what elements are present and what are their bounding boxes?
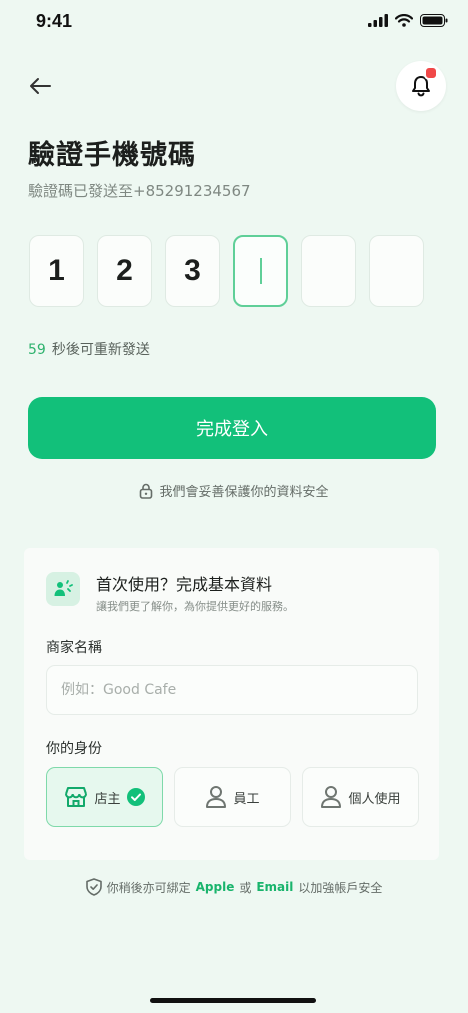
footer-prefix: 你稍後亦可綁定 <box>106 880 191 895</box>
otp-digit-5[interactable] <box>301 235 356 307</box>
account-binding-note: 你稍後亦可綁定 Apple 或 Email 以加強帳戶安全 <box>0 878 468 896</box>
status-icons <box>368 14 448 27</box>
otp-input-group: 1 2 3 <box>29 235 424 307</box>
store-icon <box>65 787 88 807</box>
footer-or: 或 <box>239 880 252 895</box>
security-note: 我們會妥善保護你的資料安全 <box>0 481 468 500</box>
shield-check-icon <box>85 878 102 896</box>
otp-digit-6[interactable] <box>369 235 424 307</box>
role-selector: 店主 員工 個人使用 <box>46 767 419 827</box>
security-note-text: 我們會妥善保護你的資料安全 <box>159 485 329 500</box>
role-owner-label: 店主 <box>94 791 121 807</box>
text-cursor <box>259 258 262 284</box>
wifi-icon <box>395 14 413 27</box>
notification-button[interactable] <box>396 61 446 111</box>
role-personal-label: 個人使用 <box>348 791 401 807</box>
otp-digit-2[interactable]: 2 <box>97 235 152 307</box>
otp-digit-4[interactable] <box>233 235 288 307</box>
role-option-staff[interactable]: 員工 <box>174 767 291 827</box>
complete-login-button[interactable]: 完成登入 <box>28 397 436 459</box>
status-time: 9:41 <box>36 11 73 31</box>
user-setup-icon <box>46 572 80 606</box>
otp-digit-3[interactable]: 3 <box>165 235 220 307</box>
home-indicator[interactable] <box>150 998 316 1003</box>
user-icon <box>206 786 227 808</box>
resend-text: 秒後可重新發送 <box>51 342 150 358</box>
battery-icon <box>420 14 448 27</box>
lock-icon <box>140 483 153 499</box>
resend-seconds: 59 <box>28 342 46 358</box>
profile-card-title: 首次使用？完成基本資料 <box>96 575 273 594</box>
otp-digit-1[interactable]: 1 <box>29 235 84 307</box>
apple-link[interactable]: Apple <box>196 880 235 894</box>
resend-countdown: 59 秒後可重新發送 <box>28 339 150 359</box>
user-icon <box>321 786 342 808</box>
check-circle-icon <box>126 788 145 806</box>
profile-card-subtitle: 讓我們更了解你，為你提供更好的服務。 <box>96 600 294 613</box>
notification-badge <box>424 66 438 80</box>
role-option-owner[interactable]: 店主 <box>46 767 163 827</box>
page-subtitle: 驗證碼已發送至+85291234567 <box>28 182 251 200</box>
footer-suffix: 以加強帳戶安全 <box>298 880 383 895</box>
role-option-personal[interactable]: 個人使用 <box>302 767 419 827</box>
role-staff-label: 員工 <box>233 791 260 807</box>
profile-setup-card: 首次使用？完成基本資料 讓我們更了解你，為你提供更好的服務。 商家名稱 你的身份… <box>24 548 439 860</box>
email-link[interactable]: Email <box>256 880 293 894</box>
back-button[interactable] <box>24 70 56 102</box>
page-title: 驗證手機號碼 <box>28 140 196 171</box>
business-name-input[interactable] <box>46 665 418 715</box>
signal-icon <box>368 14 388 27</box>
business-name-label: 商家名稱 <box>46 640 102 656</box>
role-label: 你的身份 <box>46 741 102 757</box>
arrow-left-icon <box>30 78 51 94</box>
status-bar: 9:41 <box>0 0 468 46</box>
